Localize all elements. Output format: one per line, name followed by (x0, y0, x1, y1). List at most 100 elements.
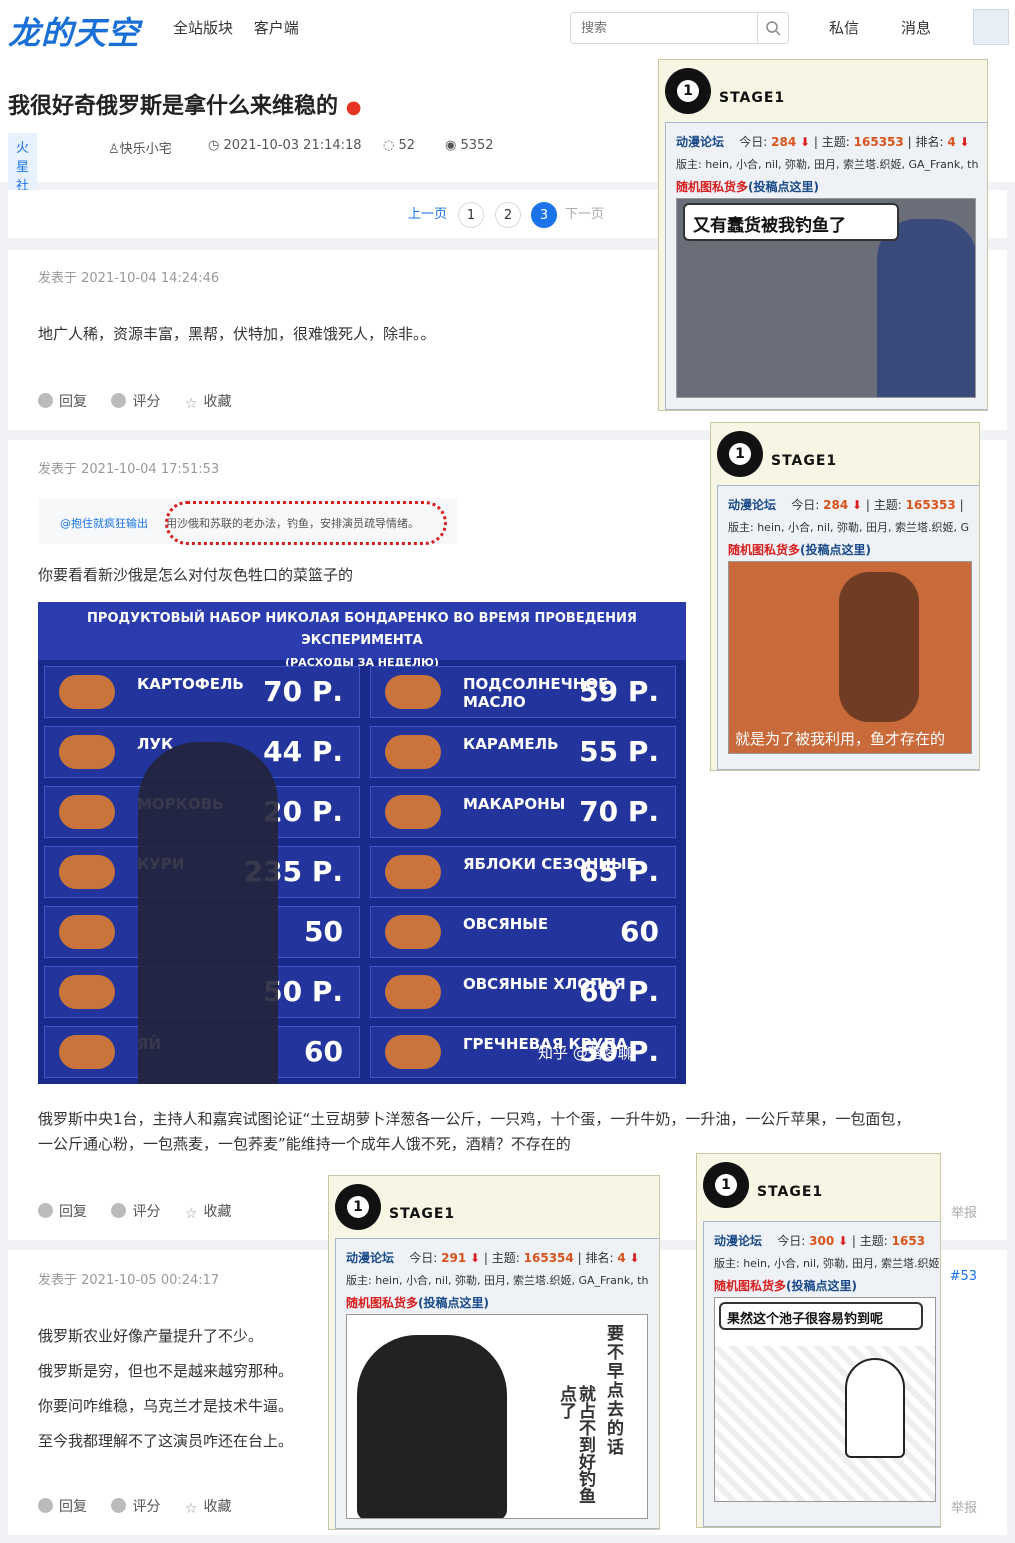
ad-panel: 动漫论坛 今日: 284 ⬇ | 主题: 165353 | 版主: hein, … (717, 485, 979, 770)
item-price: 50 (304, 915, 343, 948)
moderators: 版主: hein, 小合, nil, 弥勒, 田月, 索兰塔.织姬, GA_Fr… (346, 1274, 649, 1287)
today-count: 291 (441, 1251, 467, 1265)
post-line-1: 俄罗斯农业好像产量提升了不少。 (38, 1327, 264, 1345)
post-time: 发表于 2021-10-05 00:24:17 (38, 1273, 220, 1288)
random-pic-line: 随机图私货多(投稿点这里) (676, 178, 819, 195)
hot-icon: ● (345, 97, 362, 118)
next-page-link[interactable]: 下一页 (565, 202, 604, 228)
reply-icon (38, 1498, 53, 1513)
site-logo[interactable]: 龙的天空 (8, 8, 140, 54)
grocery-row-right: ОВСЯНЫЕ ХЛОПЬЯ 60 Р. (370, 966, 676, 1018)
nav-all-boards[interactable]: 全站版块 (173, 19, 233, 37)
manga-caption-b: 就占不到好钓鱼点了 (556, 1385, 595, 1504)
food-icon (59, 975, 115, 1009)
rate-icon (111, 1203, 127, 1218)
page-2-link[interactable]: 2 (495, 202, 521, 228)
item-price: 60 (620, 915, 659, 948)
item-price: 60 Р. (579, 975, 659, 1008)
tv-screenshot-image[interactable]: ПРОДУКТОВЫЙ НАБОР НИКОЛАЯ БОНДАРЕНКО ВО … (38, 602, 686, 1084)
ad-image[interactable]: 又有蠢货被我钓鱼了 (676, 198, 976, 398)
random-pic-label: 随机图私货多 (714, 1279, 787, 1293)
notifications-link[interactable]: 消息 (901, 17, 931, 38)
rate-button[interactable]: 评分 (111, 391, 160, 411)
image-watermark: 知乎 @落梦聊 (538, 1044, 633, 1062)
submit-link[interactable]: (投稿点这里) (748, 180, 819, 194)
forum-name[interactable]: 动漫论坛 (728, 498, 776, 512)
post-actions: 回复 评分 ☆ 收藏 (38, 391, 251, 412)
today-label: 今日: (739, 135, 768, 149)
food-icon (59, 735, 115, 769)
forum-name[interactable]: 动漫论坛 (346, 1251, 394, 1265)
post-datetime: ◷ 2021-10-03 21:14:18 (208, 138, 362, 153)
rank-label: 排名: (585, 1251, 614, 1265)
stage1-ad-4[interactable]: 1 STAGE1 动漫论坛 今日: 300 ⬇ | 主题: 1653 版主: h… (696, 1153, 941, 1528)
submit-link[interactable]: (投稿点这里) (786, 1279, 857, 1293)
forum-name[interactable]: 动漫论坛 (676, 135, 724, 149)
quote-user-link[interactable]: @抱住就疯狂输出 (60, 515, 148, 531)
stage1-ad-3[interactable]: 1 STAGE1 动漫论坛 今日: 291 ⬇ | 主题: 165354 | 排… (328, 1175, 660, 1530)
post-line-3: 你要问咋维稳，乌克兰才是技术牛逼。 (38, 1397, 294, 1415)
reply-button[interactable]: 回复 (38, 391, 87, 411)
topics-label: 主题: (873, 498, 902, 512)
nav-client[interactable]: 客户端 (254, 19, 299, 37)
random-pic-line: 随机图私货多(投稿点这里) (714, 1277, 857, 1294)
star-icon: ☆ (184, 1501, 198, 1517)
food-icon (59, 855, 115, 889)
page-1-link[interactable]: 1 (458, 202, 484, 228)
topics-label: 主题: (491, 1251, 520, 1265)
post-text-line2: 俄罗斯中央1台，主持人和嘉宾试图论证“土豆胡萝卜洋葱各一公斤，一只鸡，十个蛋，一… (38, 1110, 911, 1128)
stage1-ad-1[interactable]: 1 STAGE1 动漫论坛 今日: 284 ⬇ | 主题: 165353 | 排… (658, 59, 988, 411)
stage1-label: STAGE1 (757, 1184, 824, 1200)
favorite-label: 收藏 (203, 394, 232, 410)
food-icon (385, 675, 441, 709)
manga-character (357, 1335, 507, 1518)
random-pic-line: 随机图私货多(投稿点这里) (728, 541, 871, 558)
image-header-line1: ПРОДУКТОВЫЙ НАБОР НИКОЛАЯ БОНДАРЕНКО ВО … (87, 611, 637, 648)
post-line-2: 俄罗斯是穷，但也不是越来越穷那种。 (38, 1362, 294, 1380)
submit-link[interactable]: (投稿点这里) (800, 543, 871, 557)
stage1-logo-icon: 1 (665, 68, 711, 114)
reply-button[interactable]: 回复 (38, 1496, 87, 1516)
favorite-button[interactable]: ☆ 收藏 (185, 1201, 232, 1222)
floor-number[interactable]: #53 (950, 1269, 977, 1284)
favorite-button[interactable]: ☆ 收藏 (185, 1496, 232, 1517)
ad-panel: 动漫论坛 今日: 300 ⬇ | 主题: 1653 版主: hein, 小合, … (703, 1221, 940, 1527)
submit-link[interactable]: (投稿点这里) (418, 1296, 489, 1310)
rate-button[interactable]: 评分 (111, 1496, 160, 1516)
datetime-text: 2021-10-03 21:14:18 (223, 138, 362, 153)
search-button[interactable] (757, 13, 788, 43)
ad-image[interactable]: 就是为了被我利用，鱼才存在的 (728, 561, 972, 754)
ad-image[interactable]: 果然这个池子很容易钓到呢 (714, 1297, 936, 1502)
down-arrow-icon: ⬇ (838, 1234, 849, 1248)
item-name: МАКАРОНЫ (463, 795, 566, 813)
favorite-button[interactable]: ☆ 收藏 (185, 391, 232, 412)
user-avatar[interactable] (973, 9, 1009, 45)
author[interactable]: ♙快乐小宅 (108, 138, 172, 157)
grocery-row-left: КАРТОФЕЛЬ 70 Р. (44, 666, 360, 718)
page-3-current[interactable]: 3 (531, 202, 557, 228)
eye-icon: ◉ (445, 138, 461, 153)
prev-page-link[interactable]: 上一页 (408, 202, 447, 228)
search-box (570, 12, 789, 44)
star-icon: ☆ (184, 396, 198, 412)
rate-label: 评分 (132, 1499, 161, 1515)
messages-link[interactable]: 私信 (829, 17, 859, 38)
stage1-ad-2[interactable]: 1 STAGE1 动漫论坛 今日: 284 ⬇ | 主题: 165353 | 版… (710, 422, 980, 771)
forum-name[interactable]: 动漫论坛 (714, 1234, 762, 1248)
top-header: 龙的天空 全站版块 客户端 私信 消息 (0, 0, 1015, 58)
view-count: ◉ 5352 (445, 138, 494, 153)
topic-count: 165354 (523, 1251, 574, 1265)
report-link[interactable]: 举报 (951, 1202, 977, 1221)
presenter-figure (138, 742, 278, 1084)
search-input[interactable] (571, 13, 757, 43)
random-pic-line: 随机图私货多(投稿点这里) (346, 1294, 489, 1311)
reply-button[interactable]: 回复 (38, 1201, 87, 1221)
report-link[interactable]: 举报 (951, 1497, 977, 1516)
rate-button[interactable]: 评分 (111, 1201, 160, 1221)
reply-icon (38, 393, 53, 408)
speech-bubble: 又有蠢货被我钓鱼了 (683, 203, 899, 241)
item-price: 65 Р. (579, 855, 659, 888)
ad-image[interactable]: 要不早点去的话 就占不到好钓鱼点了 (346, 1314, 648, 1519)
reply-count: ◌ 52 (383, 138, 415, 153)
post-line-4: 至今我都理解不了这演员咋还在台上。 (38, 1432, 294, 1450)
